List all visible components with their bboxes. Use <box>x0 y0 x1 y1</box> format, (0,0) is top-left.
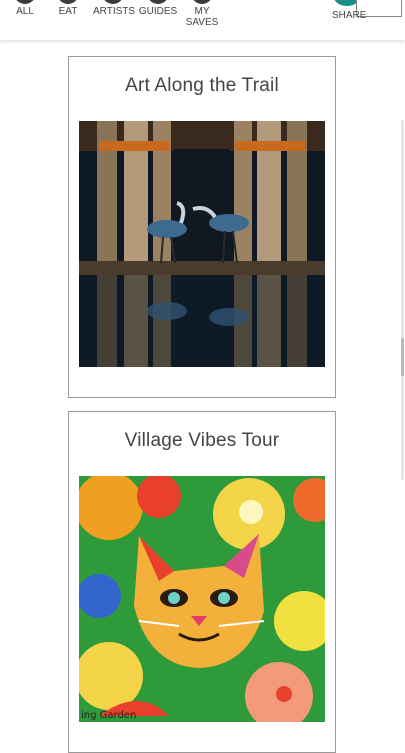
painting-caption: ing Garden <box>81 710 136 721</box>
nav-label-eat: EAT <box>58 6 78 17</box>
scrollbar-thumb[interactable] <box>401 338 404 376</box>
nav-item-all[interactable]: ALL <box>14 0 36 17</box>
nav-item-artists[interactable]: ARTISTS <box>93 0 136 17</box>
nav-item-eat[interactable]: EAT <box>56 0 80 17</box>
page-scrollbar[interactable] <box>401 120 404 480</box>
top-navigation-bar: ALL EAT ARTISTS GUIDES MY SAVES SHARE <box>0 0 405 40</box>
share-label: SHARE <box>332 10 367 21</box>
nav-item-my-saves[interactable]: MY SAVES <box>184 0 220 28</box>
tour-card-art-along-the-trail[interactable]: Art Along the Trail <box>68 56 336 398</box>
nav-label-artists: ARTISTS <box>93 6 136 17</box>
card-title[interactable]: Art Along the Trail <box>69 75 335 97</box>
nav-label-my-saves: MY SAVES <box>185 6 219 28</box>
heron-reflection-image[interactable] <box>79 121 325 367</box>
nav-label-guides: GUIDES <box>138 6 178 17</box>
share-button[interactable]: SHARE <box>330 0 405 40</box>
colorful-cat-painting-image[interactable]: ing Garden <box>79 476 325 722</box>
nav-item-guides[interactable]: GUIDES <box>138 0 178 17</box>
tour-card-village-vibes-tour[interactable]: Village Vibes Tour ing Garden <box>68 411 336 753</box>
nav-label-all: ALL <box>16 6 34 17</box>
card-title[interactable]: Village Vibes Tour <box>69 430 335 452</box>
